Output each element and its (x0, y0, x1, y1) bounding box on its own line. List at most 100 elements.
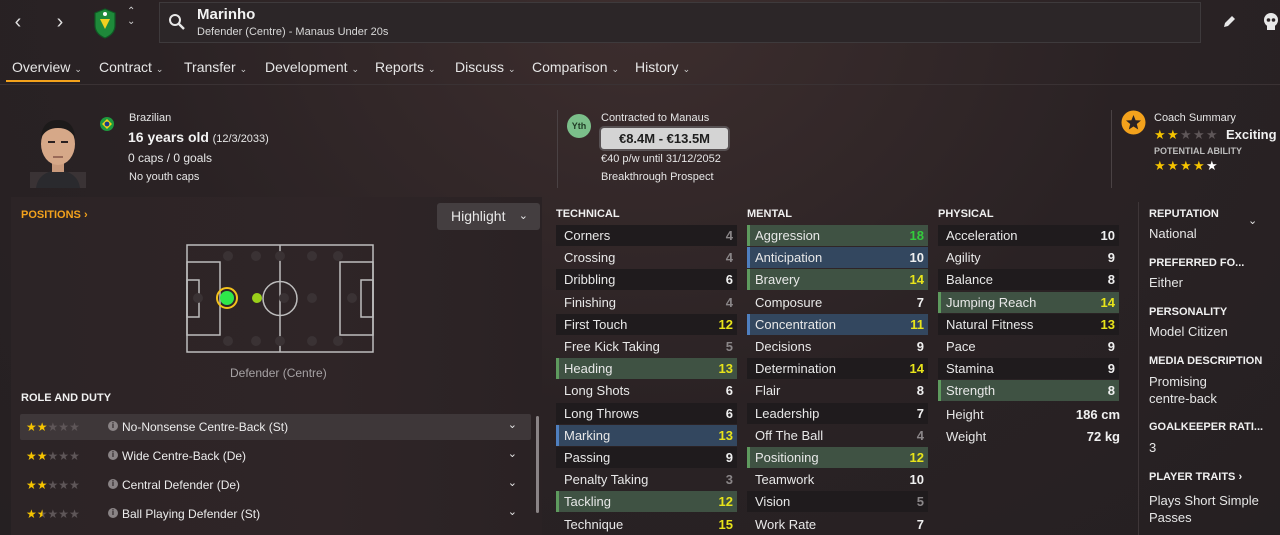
attribute-row[interactable]: Crossing 4 (556, 247, 737, 268)
role-row[interactable]: ★★★★★ i Ball Playing Defender (St) ⌄ (20, 501, 531, 527)
attribute-row[interactable]: Determination 14 (747, 358, 928, 380)
star-full-icon: ★ (26, 478, 37, 492)
attribute-row[interactable]: Acceleration 10 (938, 225, 1119, 246)
attribute-row[interactable]: Agility 9 (938, 247, 1119, 268)
reputation-title: REPUTATION (1149, 208, 1219, 220)
attribute-value: 9 (916, 339, 924, 354)
tab-overview[interactable]: Overview ⌄ (12, 59, 82, 75)
attribute-row[interactable]: Bravery 14 (747, 269, 928, 291)
attribute-row[interactable]: Teamwork 10 (747, 469, 928, 490)
attribute-row[interactable]: Free Kick Taking 5 (556, 336, 737, 357)
attribute-row[interactable]: Natural Fitness 13 (938, 313, 1119, 335)
attribute-row[interactable]: Flair 8 (747, 380, 928, 401)
skull-icon[interactable] (1262, 12, 1280, 32)
edit-pencil-icon[interactable] (1221, 14, 1237, 30)
star-empty-icon: ★ (58, 478, 70, 492)
role-row[interactable]: ★★★★★ i Wide Centre-Back (De) ⌄ (20, 443, 531, 469)
player-avatar[interactable] (30, 112, 86, 188)
chevron-down-icon: ⌄ (508, 64, 516, 74)
attribute-value: 3 (725, 472, 733, 488)
attribute-row[interactable]: Stamina 9 (938, 358, 1119, 380)
reputation-value: National (1149, 226, 1197, 241)
attribute-value: 4 (916, 427, 924, 443)
chevron-down-icon[interactable]: ⌄ (508, 505, 517, 518)
chevron-down-icon: ⌄ (74, 64, 82, 74)
tab-comparison[interactable]: Comparison ⌄ (532, 59, 619, 75)
date-of-birth: (12/3/2033) (212, 133, 269, 145)
chevron-down-icon[interactable]: ⌄ (508, 476, 517, 489)
chevron-down-icon[interactable]: ⌄ (508, 418, 517, 431)
info-icon[interactable]: i (108, 450, 118, 460)
star-empty-icon: ★ (69, 420, 80, 434)
info-icon[interactable]: i (108, 479, 118, 489)
attribute-value: 7 (916, 294, 924, 310)
attribute-row[interactable]: Marking 13 (556, 424, 737, 446)
mental-title: MENTAL (747, 208, 793, 220)
player-traits-link[interactable]: PLAYER TRAITS › (1149, 471, 1242, 483)
positions-link[interactable]: POSITIONS › (21, 209, 88, 221)
prospect-status: Breakthrough Prospect (601, 171, 714, 183)
role-row[interactable]: ★★★★★ i Central Defender (De) ⌄ (20, 472, 531, 498)
highlight-dropdown[interactable]: Highlight ⌄ (437, 203, 540, 230)
attribute-row[interactable]: Balance 8 (938, 269, 1119, 291)
tab-discuss[interactable]: Discuss ⌄ (455, 59, 516, 75)
transfer-value-range[interactable]: €8.4M - €13.5M (601, 128, 728, 149)
attribute-row[interactable]: Leadership 7 (747, 402, 928, 424)
attribute-row[interactable]: Vision 5 (747, 491, 928, 513)
tab-contract[interactable]: Contract ⌄ (99, 59, 163, 75)
attribute-name: Stamina (946, 361, 994, 377)
attribute-name: Determination (755, 361, 836, 377)
chevron-down-icon[interactable]: ⌄ (508, 447, 517, 460)
attribute-row[interactable]: Tackling 12 (556, 491, 737, 513)
attribute-row[interactable]: Heading 13 (556, 358, 737, 380)
attribute-row[interactable]: Passing 9 (556, 447, 737, 468)
media-description-title: MEDIA DESCRIPTION (1149, 355, 1263, 367)
attribute-row[interactable]: Aggression 18 (747, 225, 928, 246)
attribute-row[interactable]: Concentration 11 (747, 313, 928, 335)
attribute-name: Vision (755, 494, 791, 510)
attribute-row[interactable]: Work Rate 7 (747, 514, 928, 535)
attribute-value: 11 (910, 316, 924, 332)
attribute-row[interactable]: Anticipation 10 (747, 247, 928, 269)
attribute-row[interactable]: Technique 15 (556, 514, 737, 535)
tab-history[interactable]: History ⌄ (635, 59, 690, 75)
forward-arrow-icon[interactable]: › (48, 10, 72, 34)
tab-reports[interactable]: Reports ⌄ (375, 59, 436, 75)
attribute-value: 9 (725, 450, 733, 465)
tab-development[interactable]: Development ⌄ (265, 59, 359, 75)
role-row[interactable]: ★★★★★ i No-Nonsense Centre-Back (St) ⌄ (20, 414, 531, 440)
attribute-name: Finishing (564, 294, 617, 310)
attribute-row[interactable]: Off The Ball 4 (747, 425, 928, 446)
star-empty-icon: ★ (1193, 127, 1205, 142)
back-arrow-icon[interactable]: ‹ (6, 10, 30, 34)
attribute-row[interactable]: Corners 4 (556, 225, 737, 246)
star-full-icon: ★ (1193, 158, 1205, 173)
attribute-row[interactable]: Finishing 4 (556, 292, 737, 313)
attribute-row[interactable]: Composure 7 (747, 292, 928, 313)
attribute-row[interactable]: Penalty Taking 3 (556, 469, 737, 490)
info-icon[interactable]: i (108, 421, 118, 431)
chevron-down-icon: ⌄ (611, 64, 620, 74)
attribute-row[interactable]: Strength 8 (938, 380, 1119, 402)
attribute-row[interactable]: Decisions 9 (747, 336, 928, 357)
attribute-value: 10 (909, 250, 924, 266)
attribute-row[interactable]: Long Shots 6 (556, 380, 737, 401)
tab-transfer[interactable]: Transfer ⌄ (184, 59, 247, 75)
chevron-down-icon[interactable]: ⌄ (1248, 214, 1257, 227)
brazil-flag-icon (100, 117, 114, 131)
attribute-row[interactable]: Pace 9 (938, 336, 1119, 357)
attribute-name: Strength (946, 383, 996, 399)
attribute-name: Concentration (755, 316, 836, 332)
attribute-row[interactable]: Long Throws 6 (556, 402, 737, 424)
roles-scrollbar[interactable] (536, 416, 539, 513)
attribute-row[interactable]: Dribbling 6 (556, 269, 737, 291)
info-icon[interactable]: i (108, 508, 118, 518)
club-switch-chevrons-icon[interactable]: ⌃ ⌄ (127, 7, 135, 27)
attribute-row[interactable]: Positioning 12 (747, 447, 928, 468)
attribute-row[interactable]: Jumping Reach 14 (938, 291, 1119, 313)
age-line: 16 years old (12/3/2033) (128, 129, 269, 145)
attribute-row[interactable]: First Touch 12 (556, 313, 737, 335)
club-crest-icon[interactable] (92, 7, 118, 39)
tab-label: Development (265, 59, 348, 75)
attribute-value: 6 (725, 383, 733, 399)
